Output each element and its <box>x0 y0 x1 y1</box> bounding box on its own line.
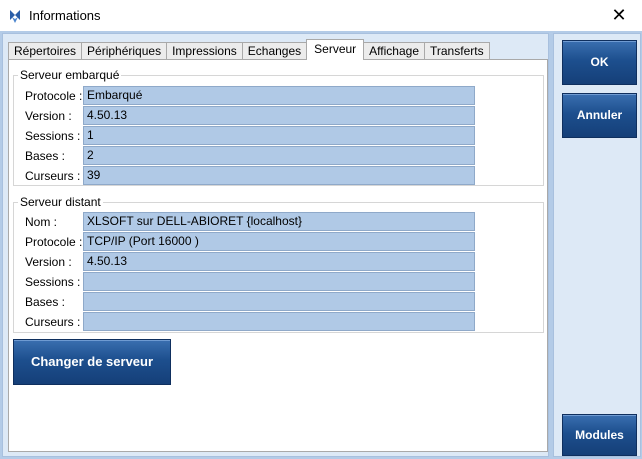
informations-window: Informations ✕ Répertoires Périphériques… <box>0 0 642 459</box>
field-label: Version : <box>25 109 72 123</box>
tab-repertoires[interactable]: Répertoires <box>8 42 83 60</box>
tab-impressions[interactable]: Impressions <box>166 42 243 60</box>
remote-version-field[interactable]: 4.50.13 <box>83 252 475 271</box>
action-panel: OK Annuler Modules <box>553 33 641 457</box>
cancel-button[interactable]: Annuler <box>562 93 637 138</box>
remote-cursors-field[interactable] <box>83 312 475 331</box>
remote-sessions-field[interactable] <box>83 272 475 291</box>
remote-protocol-field[interactable]: TCP/IP (Port 16000 ) <box>83 232 475 251</box>
client-area: Répertoires Périphériques Impressions Ec… <box>0 31 642 459</box>
remote-server-group: Serveur distant Nom : XLSOFT sur DELL-AB… <box>13 195 544 333</box>
field-label: Curseurs : <box>25 169 81 183</box>
tab-transferts[interactable]: Transferts <box>424 42 490 60</box>
field-label: Bases : <box>25 295 66 309</box>
embedded-server-title: Serveur embarqué <box>18 68 122 82</box>
change-server-button[interactable]: Changer de serveur <box>13 339 171 385</box>
field-label: Version : <box>25 255 72 269</box>
main-panel: Répertoires Périphériques Impressions Ec… <box>2 33 549 457</box>
tab-echanges[interactable]: Echanges <box>241 42 308 60</box>
field-label: Nom : <box>25 215 58 229</box>
embedded-version-field[interactable]: 4.50.13 <box>83 106 475 125</box>
title-bar: Informations ✕ <box>0 0 642 31</box>
field-label: Sessions : <box>25 129 81 143</box>
embedded-server-group: Serveur embarqué Protocole : Embarqué Ve… <box>13 68 544 186</box>
serveur-tab-page: Serveur embarqué Protocole : Embarqué Ve… <box>8 59 548 452</box>
remote-name-field[interactable]: XLSOFT sur DELL-ABIORET {localhost} <box>83 212 475 231</box>
embedded-bases-field[interactable]: 2 <box>83 146 475 165</box>
tab-serveur[interactable]: Serveur <box>306 39 365 60</box>
close-button[interactable]: ✕ <box>596 0 642 31</box>
remote-bases-field[interactable] <box>83 292 475 311</box>
remote-server-title: Serveur distant <box>18 195 103 209</box>
modules-button[interactable]: Modules <box>562 414 637 456</box>
embedded-sessions-field[interactable]: 1 <box>83 126 475 145</box>
field-label: Bases : <box>25 149 66 163</box>
field-label: Sessions : <box>25 275 81 289</box>
field-label: Protocole : <box>25 89 83 103</box>
tab-peripheriques[interactable]: Périphériques <box>81 42 168 60</box>
app-logo-icon <box>7 8 23 24</box>
field-label: Protocole : <box>25 235 83 249</box>
tab-strip: Répertoires Périphériques Impressions Ec… <box>8 39 490 60</box>
embedded-cursors-field[interactable]: 39 <box>83 166 475 185</box>
field-label: Curseurs : <box>25 315 81 329</box>
close-icon: ✕ <box>611 5 627 25</box>
ok-button[interactable]: OK <box>562 40 637 85</box>
tab-affichage[interactable]: Affichage <box>363 42 425 60</box>
window-title: Informations <box>29 8 101 23</box>
embedded-protocol-field[interactable]: Embarqué <box>83 86 475 105</box>
